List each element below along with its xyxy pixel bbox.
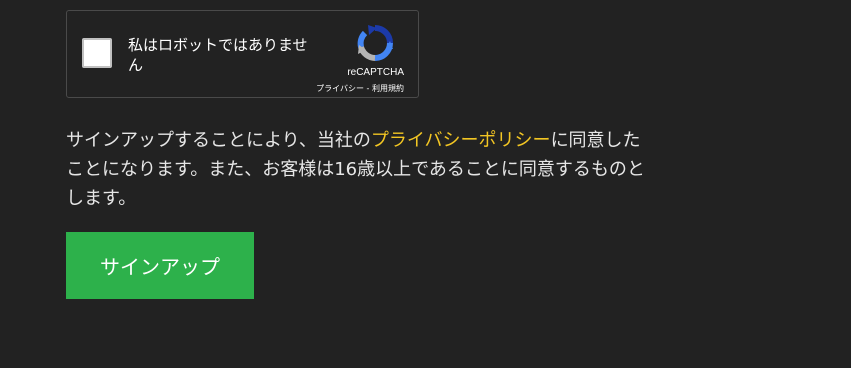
privacy-policy-link[interactable]: プライバシーポリシー xyxy=(371,130,551,151)
recaptcha-terms-link[interactable]: 利用規約 xyxy=(372,84,404,93)
recaptcha-widget: 私はロボットではありません reCAPTCHA プライバシー - 利用規約 xyxy=(66,10,419,98)
consent-text: サインアップすることにより、当社のプライバシーポリシーに同意したことになります。… xyxy=(66,126,646,213)
recaptcha-brand: reCAPTCHA xyxy=(347,67,404,78)
not-robot-checkbox[interactable] xyxy=(82,38,112,68)
recaptcha-links-separator: - xyxy=(364,84,372,93)
recaptcha-links: プライバシー - 利用規約 xyxy=(316,83,404,94)
recaptcha-logo-icon xyxy=(357,25,393,61)
recaptcha-privacy-link[interactable]: プライバシー xyxy=(316,84,364,93)
checkbox-label: 私はロボットではありません xyxy=(128,36,308,74)
consent-text-before: サインアップすることにより、当社の xyxy=(66,130,371,151)
signup-button[interactable]: サインアップ xyxy=(66,232,254,299)
